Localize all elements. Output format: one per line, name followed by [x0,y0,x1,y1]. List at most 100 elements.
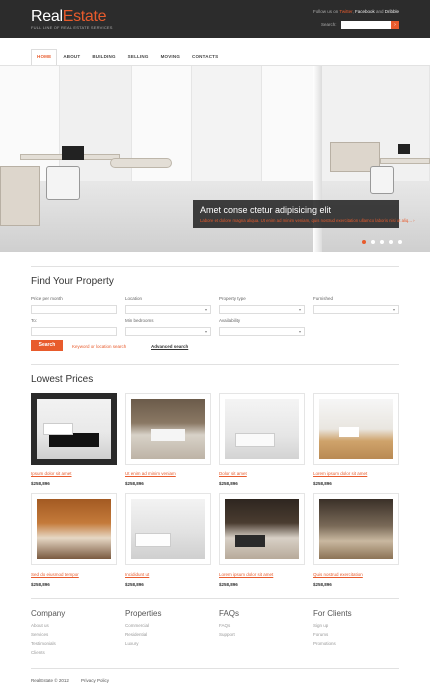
listing-card[interactable] [125,393,211,465]
photo-rug [49,433,99,447]
photo-sofa [135,533,171,547]
footer-divider [31,668,399,669]
listing-card[interactable] [125,493,211,565]
section-divider [31,598,399,599]
listing-price: $258,896 [125,481,144,486]
listing-name[interactable]: Ipsum dolor sit amet [31,471,72,476]
search-submit-button[interactable]: › [391,21,399,29]
footer-link[interactable]: About us [31,623,49,628]
listing-card[interactable] [31,393,117,465]
min-bedrooms-label: Min bedrooms [125,318,154,323]
slider-dot[interactable] [371,240,375,244]
chevron-down-icon: ▾ [298,307,301,312]
hero-caption-body: Labore et dolore magna aliqua. Ut enim a… [200,218,412,223]
dribbble-link[interactable]: Dribble [385,9,399,14]
price-label: Price per month [31,296,63,301]
keyword-search-text: Keyword or location search [72,344,127,349]
nav-moving[interactable]: MOVING [155,49,186,65]
price-from-field[interactable] [31,305,117,314]
price-to-field[interactable] [31,327,117,336]
chevron-down-icon: ▾ [204,329,207,334]
hero-desk [110,158,172,168]
furnished-select[interactable]: ▾ [313,305,399,314]
listing-price: $258,896 [313,582,332,587]
footer-link[interactable]: Services [31,632,48,637]
listing-price: $258,896 [125,582,144,587]
location-select[interactable]: ▾ [125,305,211,314]
logo-accent: Estate [62,8,107,25]
slider-dot[interactable] [380,240,384,244]
hero-window [0,66,60,181]
listing-photo [37,399,111,459]
nav-selling[interactable]: SELLING [122,49,155,65]
footer-link[interactable]: Forums [313,632,328,637]
footer-link[interactable]: Sign up [313,623,328,628]
hero-caption-title: Amet conse ctetur adipisicing elit [200,205,332,215]
listing-name[interactable]: Incididunt ut [125,572,149,577]
nav-home[interactable]: HOME [31,49,58,65]
listing-name[interactable]: Sed do eiusmod tempor [31,572,79,577]
advanced-search-link[interactable]: Advanced search [151,344,188,349]
section-divider [31,266,399,267]
listing-card[interactable] [31,493,117,565]
photo-sofa [43,423,73,435]
listing-name[interactable]: Lorem ipsum dolor sit amet [219,572,273,577]
location-label: Location [125,296,143,301]
property-search-button[interactable]: Search [31,340,63,351]
footer-link[interactable]: FAQs [219,623,230,628]
footer-link[interactable]: Promotions [313,641,336,646]
site-tagline: FULL LINE OF REAL ESTATE SERVICES [31,25,113,30]
listing-name[interactable]: Lorem ipsum dolor sit amet [313,471,367,476]
twitter-link[interactable]: Twitter [339,9,352,14]
footer-link[interactable]: Support [219,632,235,637]
hero-monitor [398,144,410,154]
copyright-text: RealEstate © 2012 [31,678,69,683]
listing-photo [225,399,299,459]
slider-dot[interactable] [398,240,402,244]
min-bedrooms-select[interactable]: ▾ [125,327,211,336]
listing-price: $258,896 [219,582,238,587]
property-type-select[interactable]: ▾ [219,305,305,314]
follow-sep: and [374,9,385,14]
facebook-link[interactable]: Facebook [355,9,375,14]
listing-name[interactable]: Dolor sit amet [219,471,247,476]
chevron-down-icon: ▾ [204,307,207,312]
slider-dot[interactable] [389,240,393,244]
listing-card[interactable] [219,393,305,465]
availability-select[interactable]: ▾ [219,327,305,336]
chevron-down-icon: ▾ [298,329,301,334]
photo-sofa [235,535,265,547]
photo-sofa [151,429,185,441]
nav-building[interactable]: BUILDING [86,49,121,65]
search-input[interactable] [341,21,391,29]
privacy-policy-link[interactable]: Privacy Policy [81,678,109,683]
footer-properties-title: Properties [125,609,162,618]
hero-caption-more[interactable]: › [413,218,414,223]
listing-photo [225,499,299,559]
footer-link[interactable]: Residential [125,632,147,637]
hero-caption-text: Labore et dolore magna aliqua. Ut enim a… [200,218,415,223]
site-logo[interactable]: RealEstate [31,8,107,26]
listing-name[interactable]: Quis nostrud exercitation [313,572,363,577]
nav-about[interactable]: ABOUT [57,49,86,65]
listing-card[interactable] [313,393,399,465]
property-type-label: Property type [219,296,246,301]
to-label: To: [31,318,38,323]
footer-link[interactable]: Clients [31,650,45,655]
listing-photo [319,499,393,559]
listing-name[interactable]: Ut enim ad minim veniam [125,471,176,476]
listing-card[interactable] [313,493,399,565]
lowest-prices-title: Lowest Prices [31,374,94,385]
footer-clients-title: For Clients [313,609,352,618]
listing-card[interactable] [219,493,305,565]
nav-contacts[interactable]: CONTACTS [186,49,224,65]
listing-photo [131,399,205,459]
social-follow: Follow us on Twitter, Facebook and Dribb… [313,9,399,14]
footer-faqs-title: FAQs [219,609,240,618]
footer-link[interactable]: Luxury [125,641,139,646]
main-navigation: HOME ABOUT BUILDING SELLING MOVING CONTA… [0,38,430,66]
footer-link[interactable]: Commercial [125,623,149,628]
footer-link[interactable]: Testimonials [31,641,56,646]
slider-dot[interactable] [362,240,366,244]
section-divider [31,364,399,365]
